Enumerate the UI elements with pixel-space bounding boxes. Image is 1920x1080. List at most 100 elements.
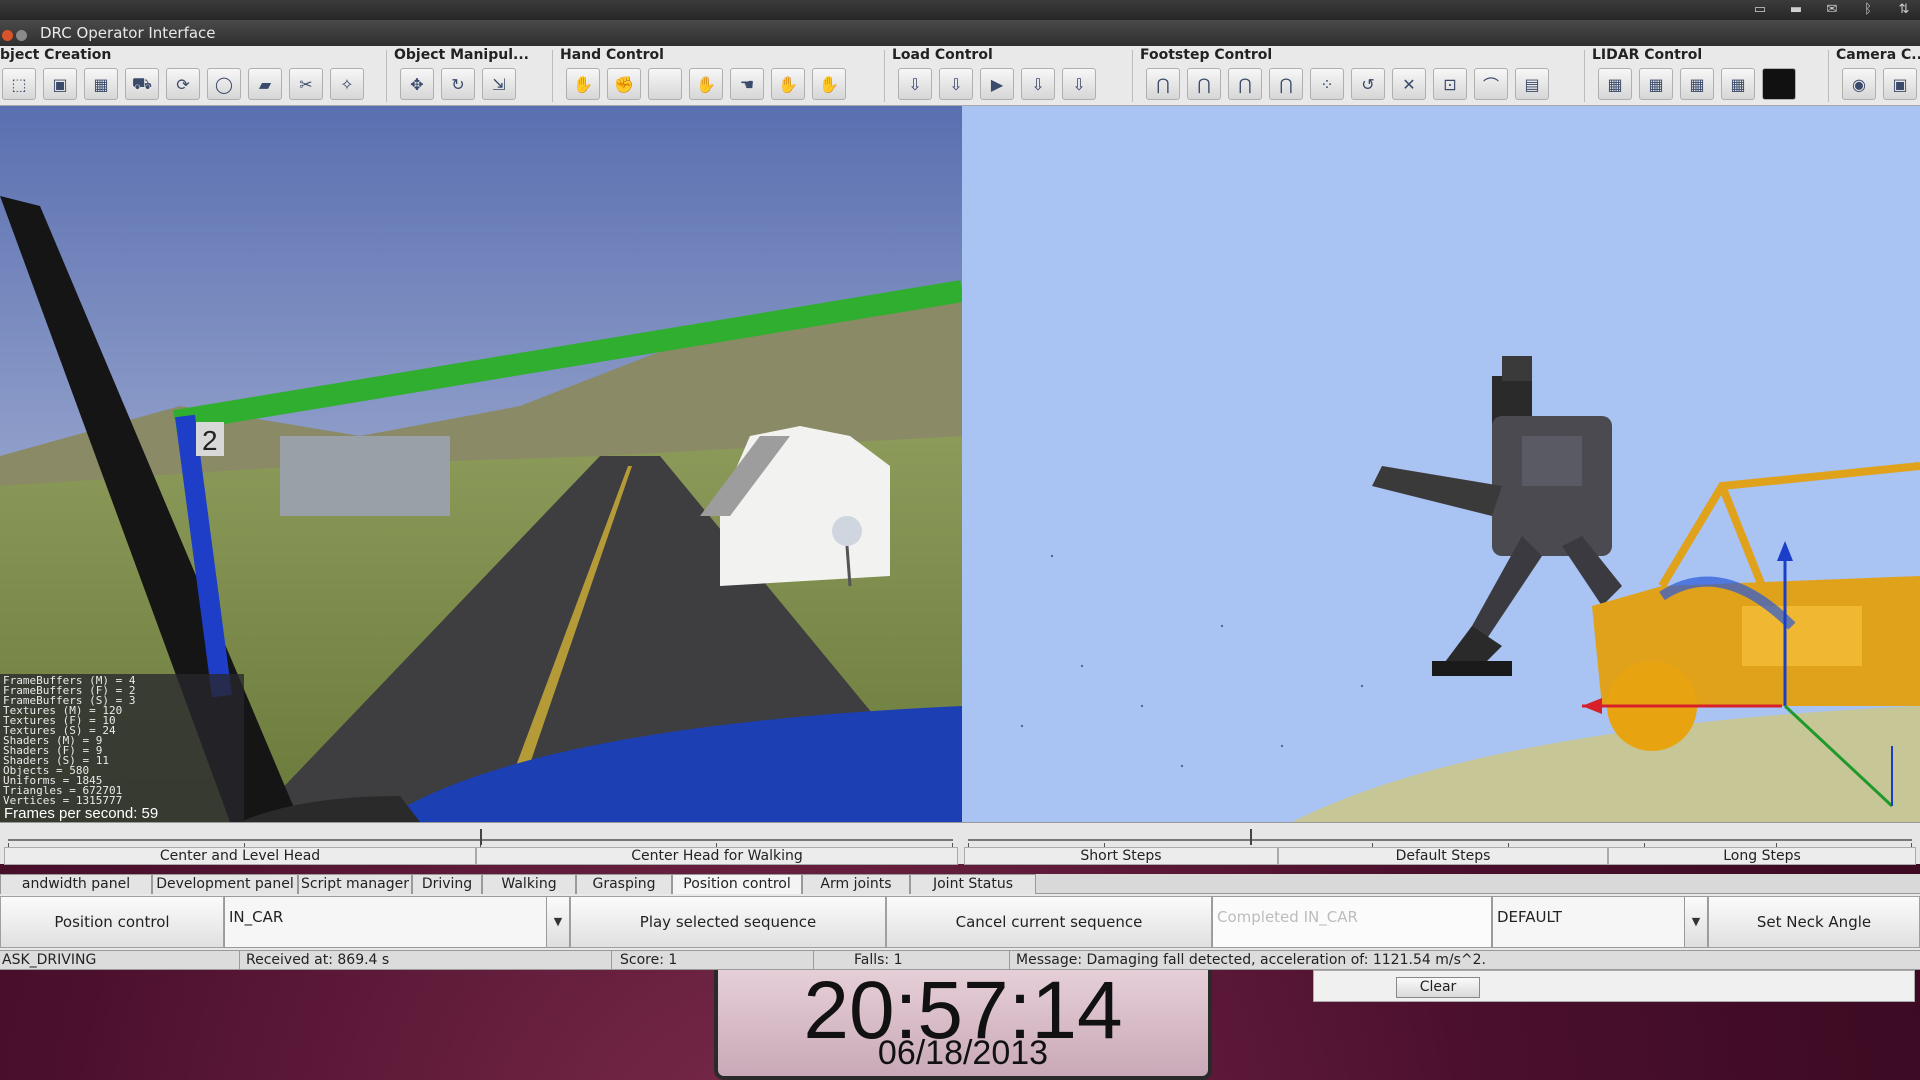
slider-panel: Center and Level Head Center Head for Wa…: [0, 822, 1920, 865]
stairs-icon[interactable]: ▤: [1515, 68, 1549, 100]
foot-left-icon[interactable]: ⋂: [1146, 68, 1180, 100]
lidar-erase-icon[interactable]: ▦: [1680, 68, 1714, 100]
lidar-icon[interactable]: ▦: [1598, 68, 1632, 100]
step-slider[interactable]: [968, 825, 1912, 849]
box-icon[interactable]: ▣: [43, 68, 77, 100]
hose-icon[interactable]: ✂: [289, 68, 323, 100]
score-readout: Score: 1: [618, 951, 814, 970]
toolbar-separator: [1828, 50, 1829, 102]
blank-icon[interactable]: [648, 68, 682, 100]
bluetooth-icon[interactable]: ᛒ: [1858, 2, 1878, 17]
lidar-clear-2-icon[interactable]: ▦: [1721, 68, 1755, 100]
received-time: Received at: 869.4 s: [244, 951, 612, 970]
tab-arm-joints[interactable]: Arm joints: [802, 874, 910, 894]
window-title: DRC Operator Interface: [40, 24, 216, 42]
window-titlebar: DRC Operator Interface: [0, 20, 1920, 46]
mail-icon[interactable]: ✉: [1822, 2, 1842, 17]
foot-right-icon[interactable]: ⋂: [1187, 68, 1221, 100]
hand-place-icon[interactable]: ✋: [566, 68, 600, 100]
sequence-select[interactable]: IN_CAR: [224, 896, 548, 948]
foot-step-icon[interactable]: ⋂: [1269, 68, 1303, 100]
load-2-icon[interactable]: ⇩: [939, 68, 973, 100]
clock-overlay: 20:57:14 06/18/2013: [714, 970, 1212, 1080]
play-sequence-button[interactable]: Play selected sequence: [570, 896, 886, 948]
move-icon[interactable]: ✥: [400, 68, 434, 100]
toolbar-group-label: Camera C...: [1836, 47, 1920, 63]
tab-bar: andwidth panel Development panel Script ma…: [0, 874, 1920, 894]
toolbar-group-label: Load Control: [892, 47, 993, 63]
hand-icon[interactable]: ☚: [730, 68, 764, 100]
hand-open-icon[interactable]: ✋: [771, 68, 805, 100]
center-head-walking-button[interactable]: Center Head for Walking: [476, 847, 958, 865]
3d-viewport[interactable]: [962, 106, 1920, 822]
select-icon[interactable]: ⬚: [2, 68, 36, 100]
neck-mode-select[interactable]: DEFAULT: [1492, 896, 1688, 948]
toolbar-group-label: bject Creation: [0, 47, 112, 63]
toolbar-separator: [386, 50, 387, 102]
tab-development-panel[interactable]: Development panel: [152, 874, 298, 894]
load-icon[interactable]: ⇩: [898, 68, 932, 100]
eye-icon[interactable]: ◉: [1842, 68, 1876, 100]
hand-home-icon[interactable]: ✋: [689, 68, 723, 100]
snap-icon[interactable]: ⊡: [1433, 68, 1467, 100]
robot-scene: [962, 106, 1920, 822]
block-icon[interactable]: ▰: [248, 68, 282, 100]
tab-position-control[interactable]: Position control: [672, 874, 802, 894]
toolbar-group-label: LIDAR Control: [1592, 47, 1703, 63]
tab-joint-status[interactable]: Joint Status: [910, 874, 1036, 894]
lidar-clear-icon[interactable]: ▦: [1639, 68, 1673, 100]
battery-icon[interactable]: ▬: [1786, 2, 1806, 17]
head-slider-thumb[interactable]: [479, 829, 482, 845]
default-steps-button[interactable]: Default Steps: [1278, 847, 1608, 865]
camera-icon[interactable]: ▣: [1883, 68, 1917, 100]
step-slider-thumb[interactable]: [1250, 829, 1253, 845]
position-control-button[interactable]: Position control: [0, 896, 224, 948]
completed-sequence-field[interactable]: Completed IN_CAR: [1212, 896, 1492, 948]
tool-icon[interactable]: ✧: [330, 68, 364, 100]
load-3-icon[interactable]: ⇩: [1021, 68, 1055, 100]
toolbar-group-label: Hand Control: [560, 47, 664, 63]
network-icon[interactable]: ⇅: [1894, 2, 1914, 17]
head-slider[interactable]: [8, 825, 953, 849]
neck-mode-dropdown-icon[interactable]: ▼: [1684, 896, 1708, 948]
tab-script-manager[interactable]: Script manager: [298, 874, 412, 894]
ring-icon[interactable]: ◯: [207, 68, 241, 100]
foot-arc-icon[interactable]: ⌒: [1474, 68, 1508, 100]
align-icon[interactable]: ⇲: [482, 68, 516, 100]
camera-viewport[interactable]: 2 FrameBuffers (M) = 4 FrameBuffers (F) =…: [0, 106, 962, 822]
close-icon[interactable]: [2, 30, 13, 41]
rotate-icon[interactable]: ↻: [441, 68, 475, 100]
tab-grasping[interactable]: Grasping: [576, 874, 672, 894]
tab-driving[interactable]: Driving: [412, 874, 482, 894]
sequence-dropdown-icon[interactable]: ▼: [546, 896, 570, 948]
screen: ▭ ▬ ✉ ᛒ ⇅ DRC Operator Interface bject C…: [0, 0, 1920, 1080]
toolbar-separator: [552, 50, 553, 102]
set-neck-angle-button[interactable]: Set Neck Angle: [1708, 896, 1920, 948]
run-load-icon[interactable]: ▶: [980, 68, 1014, 100]
clock-date: 06/18/2013: [877, 1034, 1049, 1072]
center-level-head-button[interactable]: Center and Level Head: [4, 847, 476, 865]
lidar-black-icon[interactable]: ■: [1762, 68, 1796, 100]
tab-walking[interactable]: Walking: [482, 874, 576, 894]
gate-number: 2: [202, 425, 218, 456]
minimize-icon[interactable]: [16, 30, 27, 41]
vehicle-icon[interactable]: ⛟: [125, 68, 159, 100]
long-steps-button[interactable]: Long Steps: [1608, 847, 1916, 865]
toolbar-group-label: Footstep Control: [1140, 47, 1273, 63]
foot-delete-icon[interactable]: ✕: [1392, 68, 1426, 100]
update-icon[interactable]: ⟳: [166, 68, 200, 100]
foot-turn-icon[interactable]: ↺: [1351, 68, 1385, 100]
load-4-icon[interactable]: ⇩: [1062, 68, 1096, 100]
system-bar: ▭ ▬ ✉ ᛒ ⇅: [0, 0, 1920, 20]
cancel-sequence-button[interactable]: Cancel current sequence: [886, 896, 1212, 948]
tab-andwidth-panel[interactable]: andwidth panel: [0, 874, 152, 894]
folder-icon[interactable]: ▭: [1750, 2, 1770, 17]
clear-button[interactable]: Clear: [1396, 977, 1480, 998]
fps-readout: Frames per second: 59: [4, 805, 159, 822]
hand-close-icon[interactable]: ✊: [607, 68, 641, 100]
short-steps-button[interactable]: Short Steps: [964, 847, 1278, 865]
footprint-grid-icon[interactable]: ⁘: [1310, 68, 1344, 100]
foot-both-icon[interactable]: ⋂: [1228, 68, 1262, 100]
grid-icon[interactable]: ▦: [84, 68, 118, 100]
hand-place-2-icon[interactable]: ✋: [812, 68, 846, 100]
